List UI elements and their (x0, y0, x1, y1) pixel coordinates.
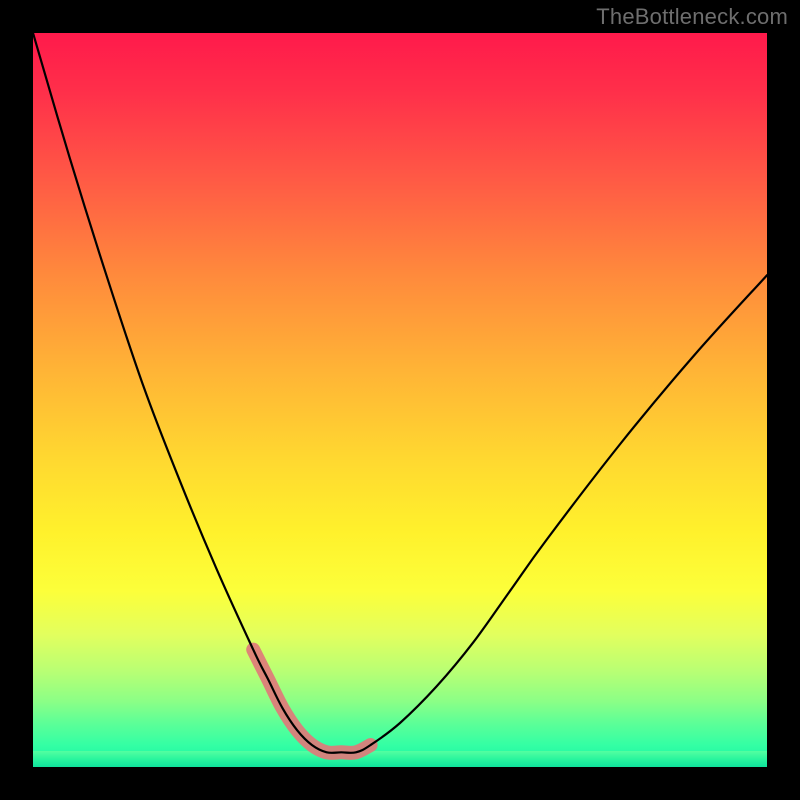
bottleneck-curve (33, 33, 767, 753)
plot-area (33, 33, 767, 767)
chart-frame: TheBottleneck.com (0, 0, 800, 800)
optimal-range-highlight (253, 650, 370, 753)
watermark-text: TheBottleneck.com (596, 4, 788, 30)
chart-svg (33, 33, 767, 767)
